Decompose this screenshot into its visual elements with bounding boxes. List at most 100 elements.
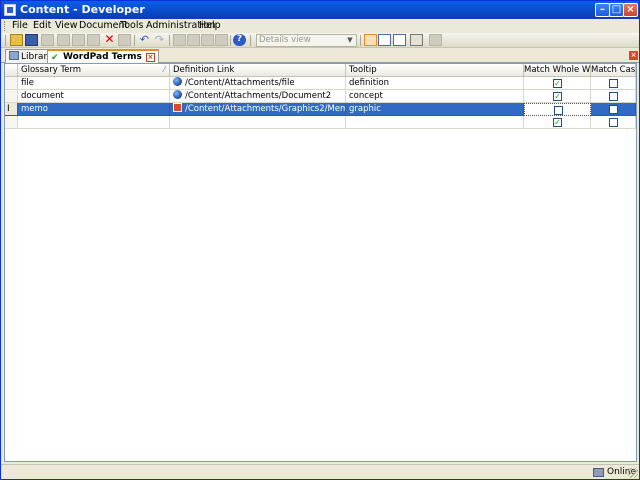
match-whole-word-checkbox[interactable] xyxy=(554,106,563,115)
properties-icon[interactable] xyxy=(118,34,131,46)
tab-label: WordPad Terms xyxy=(63,52,142,62)
match-whole-word-checkbox[interactable]: ✓ xyxy=(553,118,562,127)
redo-icon[interactable]: ↷ xyxy=(153,34,166,46)
menu-view[interactable]: View xyxy=(55,20,78,31)
cell-tooltip[interactable] xyxy=(346,116,524,129)
cell-match-case xyxy=(591,90,636,103)
cut-icon[interactable] xyxy=(57,34,70,46)
menu-edit[interactable]: Edit xyxy=(33,20,51,31)
cell-match-whole-word: ✓ xyxy=(524,116,591,129)
close-panel-icon[interactable]: × xyxy=(629,51,638,60)
menu-help[interactable]: Help xyxy=(199,20,221,31)
column-header-match-case[interactable]: Match Case xyxy=(591,64,636,77)
cell-match-whole-word xyxy=(524,103,591,116)
chevron-down-icon[interactable]: ▼ xyxy=(345,35,355,46)
undo-icon[interactable]: ↶ xyxy=(138,34,151,46)
copy-icon[interactable] xyxy=(72,34,85,46)
replace-icon[interactable] xyxy=(215,34,228,46)
menu-file[interactable]: File xyxy=(12,20,28,31)
cell-tooltip[interactable]: definition xyxy=(346,77,524,90)
title-bar[interactable]: Content - Developer – □ × xyxy=(1,1,639,19)
view-select-value: Details view xyxy=(259,35,311,45)
match-case-checkbox[interactable] xyxy=(609,118,618,127)
cell-glossary-term[interactable]: file xyxy=(18,77,170,90)
menu-bar: File Edit View Document Tools Administra… xyxy=(1,19,639,33)
match-whole-word-checkbox[interactable]: ✓ xyxy=(553,79,562,88)
toolbar-separator xyxy=(360,35,361,46)
delete-icon[interactable]: ✕ xyxy=(103,33,116,46)
open-folder-icon[interactable] xyxy=(10,34,23,46)
resize-grip-icon[interactable] xyxy=(628,468,638,478)
glossary-icon: ✔ xyxy=(51,53,59,63)
app-icon xyxy=(4,4,16,16)
cell-definition-link[interactable]: /Content/Attachments/Graphics2/Memo.png xyxy=(170,103,346,116)
link-globe-icon xyxy=(173,77,182,86)
paste-icon[interactable] xyxy=(87,34,100,46)
cell-glossary-term[interactable]: memo xyxy=(18,103,170,116)
table-row[interactable]: Imemo/Content/Attachments/Graphics2/Memo… xyxy=(5,103,636,116)
cell-match-case xyxy=(591,77,636,90)
split-vertical-icon[interactable] xyxy=(393,34,406,46)
sort-icon: ⁄ xyxy=(163,65,165,74)
menu-grip-icon xyxy=(4,21,6,31)
cell-glossary-term[interactable] xyxy=(18,116,170,129)
back-icon[interactable] xyxy=(173,34,186,46)
column-header-glossary-term[interactable]: Glossary Term ⁄ xyxy=(18,64,170,77)
column-header-tooltip[interactable]: Tooltip xyxy=(346,64,524,77)
find-icon[interactable] xyxy=(201,34,214,46)
menu-tools[interactable]: Tools xyxy=(120,20,143,31)
link-text: /Content/Attachments/file xyxy=(185,78,295,88)
check-out-icon[interactable] xyxy=(410,34,423,46)
link-text: /Content/Attachments/Graphics2/Memo.png xyxy=(185,104,346,114)
row-header[interactable] xyxy=(5,90,18,103)
library-icon xyxy=(9,51,19,60)
match-case-checkbox[interactable] xyxy=(609,105,618,114)
cell-tooltip[interactable]: concept xyxy=(346,90,524,103)
cell-tooltip[interactable]: graphic xyxy=(346,103,524,116)
column-header-definition-link[interactable]: Definition Link xyxy=(170,64,346,77)
match-case-checkbox[interactable] xyxy=(609,92,618,101)
split-horizontal-icon[interactable] xyxy=(378,34,391,46)
view-select[interactable]: Details view ▼ xyxy=(256,34,357,47)
match-case-checkbox[interactable] xyxy=(609,79,618,88)
cell-match-case xyxy=(591,116,636,129)
toolbar-separator xyxy=(134,35,135,46)
table-row[interactable]: ✓ xyxy=(5,116,636,129)
cell-definition-link[interactable]: /Content/Attachments/Document2 xyxy=(170,90,346,103)
forward-icon[interactable] xyxy=(187,34,200,46)
cell-match-whole-word: ✓ xyxy=(524,90,591,103)
tab-strip: Library ✔ WordPad Terms × × xyxy=(1,48,639,64)
save-icon[interactable] xyxy=(25,34,38,46)
image-file-icon xyxy=(173,103,182,112)
cell-match-case xyxy=(591,103,636,116)
row-header[interactable]: I xyxy=(5,103,18,116)
app-window: Content - Developer – □ × File Edit View… xyxy=(0,0,640,480)
close-button[interactable]: × xyxy=(623,3,638,17)
details-view-icon[interactable] xyxy=(364,34,377,46)
table-row[interactable]: file/Content/Attachments/file definition ✓ xyxy=(5,77,636,90)
print-icon[interactable] xyxy=(41,34,54,46)
cell-glossary-term[interactable]: document xyxy=(18,90,170,103)
refresh-icon[interactable] xyxy=(429,34,442,46)
minimize-button[interactable]: – xyxy=(595,3,610,17)
column-header-match-whole-word[interactable]: Match Whole Word xyxy=(524,64,591,77)
row-header-column xyxy=(5,64,18,77)
tab-close-icon[interactable]: × xyxy=(145,53,155,62)
toolbar-separator xyxy=(169,35,170,46)
match-whole-word-checkbox[interactable]: ✓ xyxy=(553,92,562,101)
cell-definition-link[interactable] xyxy=(170,116,346,129)
online-icon xyxy=(593,468,604,477)
row-edit-indicator: I xyxy=(7,104,10,114)
toolbar: ✕ ↶ ↷ ? Details view ▼ xyxy=(1,33,639,48)
status-bar: Online xyxy=(1,464,639,479)
cell-match-whole-word: ✓ xyxy=(524,77,591,90)
tab-wordpad-terms[interactable]: ✔ WordPad Terms × xyxy=(47,49,159,64)
cell-definition-link[interactable]: /Content/Attachments/file xyxy=(170,77,346,90)
table-row[interactable]: document/Content/Attachments/Document2 co… xyxy=(5,90,636,103)
maximize-button[interactable]: □ xyxy=(609,3,624,17)
row-header[interactable] xyxy=(5,116,18,129)
help-icon[interactable]: ? xyxy=(233,34,246,46)
glossary-grid: Glossary Term ⁄ Definition Link Tooltip M… xyxy=(4,63,637,462)
row-header[interactable] xyxy=(5,77,18,90)
window-title: Content - Developer xyxy=(20,3,145,16)
